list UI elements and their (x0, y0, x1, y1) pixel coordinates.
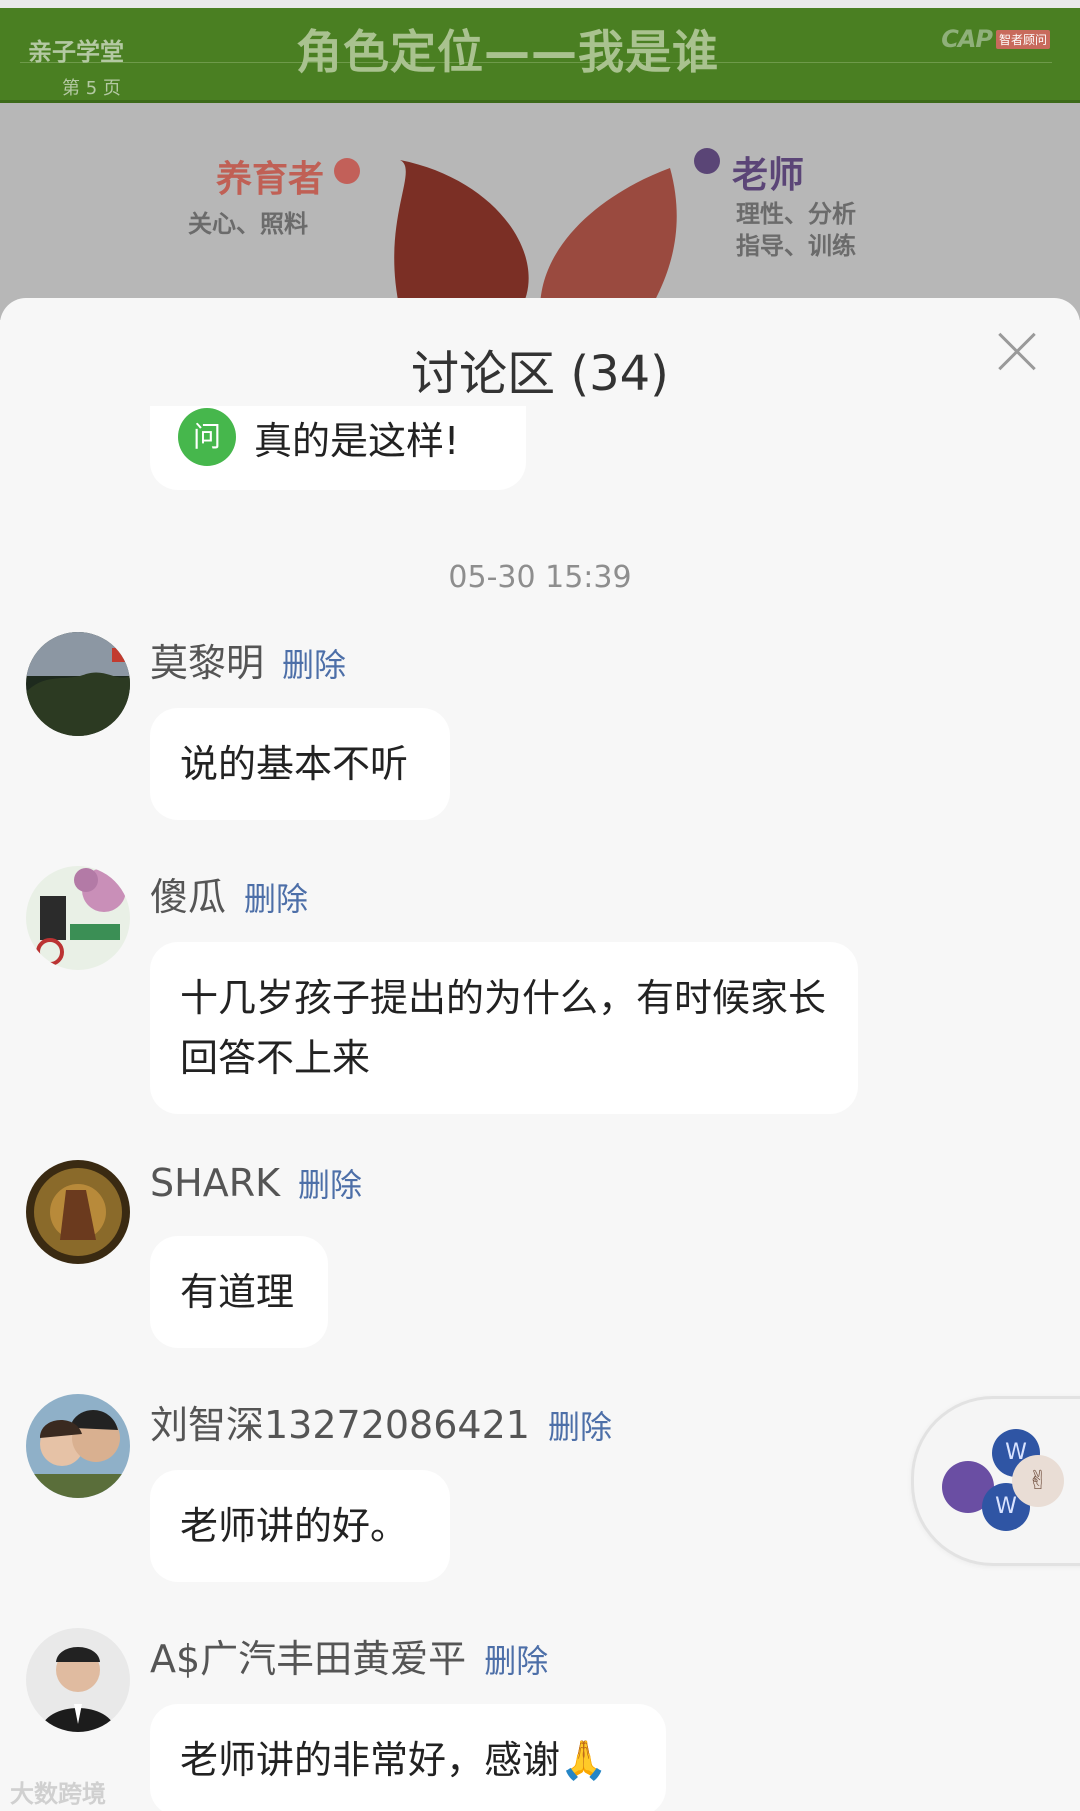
avatar[interactable] (26, 866, 130, 970)
close-icon[interactable] (994, 328, 1040, 374)
user-name[interactable]: A$广汽丰田黄爱平 (150, 1628, 466, 1683)
message-meta: 莫黎明 删除 (150, 632, 346, 686)
avatar[interactable] (26, 1628, 130, 1732)
left-role-desc: 关心、照料 (188, 210, 308, 238)
discussion-panel: 讨论区 (34) 问 真的是这样! 05-30 15:39 莫黎明 删除 说的基… (0, 298, 1080, 1811)
message-meta: 傻瓜 删除 (150, 866, 308, 920)
question-badge: 问 (178, 408, 236, 466)
message-bubble: 老师讲的好。 (150, 1470, 450, 1582)
message-bubble: 有道理 (150, 1236, 328, 1348)
user-name[interactable]: 傻瓜 (150, 866, 226, 921)
message-list[interactable]: 问 真的是这样! 05-30 15:39 莫黎明 删除 说的基本不听 傻瓜 删除… (0, 406, 1080, 1811)
hand-icon: ✌ (1012, 1455, 1064, 1507)
avatar[interactable] (26, 1394, 130, 1498)
message-meta: 刘智深13272086421 删除 (150, 1394, 612, 1448)
panel-title: 讨论区 (34) (411, 346, 669, 402)
course-name: 亲子学堂 (28, 38, 124, 66)
user-name[interactable]: 莫黎明 (150, 632, 264, 687)
message-bubble: 十几岁孩子提出的为什么，有时候家长回答不上来 (150, 942, 858, 1114)
avatar[interactable] (26, 1160, 130, 1264)
message-meta: A$广汽丰田黄爱平 删除 (150, 1628, 548, 1682)
slide-header: 亲子学堂 第 5 页 角色定位——我是谁 CAP 智者顾问 (0, 8, 1080, 103)
slide-title: 角色定位——我是谁 (296, 25, 719, 79)
avatar[interactable] (26, 632, 130, 736)
message-bubble: 老师讲的非常好，感谢🙏 (150, 1704, 666, 1811)
slide-preview: 亲子学堂 第 5 页 角色定位——我是谁 CAP 智者顾问 养育者 关心、照料 … (0, 0, 1080, 320)
slide-top-strip (0, 0, 1080, 8)
delete-button[interactable]: 删除 (298, 1160, 362, 1206)
delete-button[interactable]: 删除 (484, 1636, 548, 1682)
right-role-title: 老师 (732, 155, 805, 196)
user-name[interactable]: 刘智深13272086421 (150, 1394, 530, 1449)
message-meta: SHARK 删除 (150, 1160, 362, 1214)
left-role-title: 养育者 (216, 159, 325, 200)
timestamp: 05-30 15:39 (448, 560, 632, 595)
left-role-dot (334, 158, 360, 184)
logo-tag: 智者顾问 (995, 29, 1050, 49)
watermark: 大数跨境 (10, 1780, 106, 1808)
previous-message-text: 真的是这样! (254, 419, 460, 463)
right-role-desc: 理性、分析 指导、训练 (736, 200, 856, 260)
leaf-right-shape (540, 168, 677, 310)
page-number: 第 5 页 (62, 78, 121, 99)
message-bubble: 说的基本不听 (150, 708, 450, 820)
floating-widget[interactable]: W W ✌ (911, 1396, 1080, 1566)
delete-button[interactable]: 删除 (548, 1402, 612, 1448)
logo-text: CAP (941, 25, 993, 53)
leaf-left-shape (394, 160, 529, 310)
user-name[interactable]: SHARK (150, 1161, 280, 1205)
cap-logo: CAP 智者顾问 (941, 25, 1050, 53)
delete-button[interactable]: 删除 (244, 874, 308, 920)
right-role-dot (694, 148, 720, 174)
previous-message-bubble: 问 真的是这样! (150, 406, 526, 490)
delete-button[interactable]: 删除 (282, 640, 346, 686)
